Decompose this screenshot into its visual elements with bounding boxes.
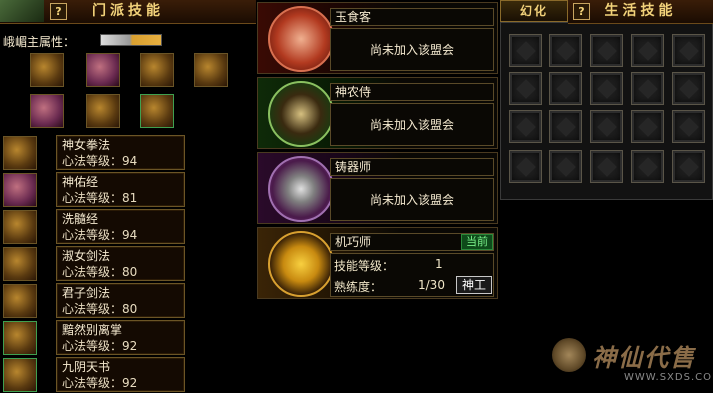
skill-entry[interactable]: 淑女剑法 心法等级：80 xyxy=(56,246,185,281)
life-panel-title: 生活技能 xyxy=(604,3,677,19)
skill-entry[interactable]: 洗髓经 心法等级：94 xyxy=(56,209,185,244)
skill-name: 洗髓经 xyxy=(62,212,99,226)
skill-level: 心法等级：92 xyxy=(62,376,138,390)
sword-purple-icon[interactable] xyxy=(30,94,64,128)
life-skill-slot[interactable] xyxy=(590,34,623,67)
life-skill-slot[interactable] xyxy=(631,150,664,183)
skill-level: 心法等级：92 xyxy=(62,339,138,353)
life-skill-slot[interactable] xyxy=(549,34,582,67)
skill-name: 九阴天书 xyxy=(62,360,111,374)
sect-corner-ornament xyxy=(0,0,44,22)
craft-button[interactable]: 神工 xyxy=(456,276,492,294)
skill-entry[interactable]: 黯然别离掌 心法等级：92 xyxy=(56,320,185,355)
guild-emblem-icon xyxy=(268,81,334,147)
life-skill-slot[interactable] xyxy=(509,72,542,105)
skill-name: 黯然别离掌 xyxy=(62,323,123,337)
watermark-logo-icon xyxy=(552,338,586,372)
guild-status: 尚未加入该盟会 xyxy=(330,28,494,71)
guild-card[interactable]: 神农侍 尚未加入该盟会 xyxy=(257,77,498,149)
skill-entry[interactable]: 神女拳法 心法等级：94 xyxy=(56,135,185,170)
life-skill-slot[interactable] xyxy=(631,34,664,67)
guild-status: 尚未加入该盟会 xyxy=(330,103,494,146)
skill-level: 心法等级：80 xyxy=(62,265,138,279)
skill-name: 神女拳法 xyxy=(62,138,111,152)
skill-level-value: 1 xyxy=(435,257,443,271)
guild-name: 玉食客 xyxy=(330,8,494,26)
guild-emblem-icon xyxy=(268,156,334,222)
sect-panel-title: 门派技能 xyxy=(92,3,164,19)
life-help-button[interactable]: ? xyxy=(573,3,590,20)
mechanic-card[interactable]: 机巧师 当前 技能等级： 1 熟练度： 1/30 神工 xyxy=(257,227,498,299)
sect-skills-panel: 门派技能 ? 峨嵋主属性： 神女拳法 心法等级：94 神佑经 心法等级：81 洗… xyxy=(0,0,256,393)
skill-icon[interactable] xyxy=(3,247,37,281)
life-skill-slot[interactable] xyxy=(590,150,623,183)
scroll-icon[interactable] xyxy=(30,53,64,87)
mechanic-emblem-icon xyxy=(268,231,334,297)
skill-level: 心法等级：81 xyxy=(62,191,138,205)
scroll-blue-icon[interactable] xyxy=(194,53,228,87)
book-red-icon[interactable] xyxy=(86,53,120,87)
skill-icon[interactable] xyxy=(3,210,37,244)
guild-card[interactable]: 铸器师 尚未加入该盟会 xyxy=(257,152,498,224)
life-skill-slot[interactable] xyxy=(549,72,582,105)
life-skill-slot[interactable] xyxy=(549,150,582,183)
skill-name: 神佑经 xyxy=(62,175,99,189)
proficiency-label: 熟练度： xyxy=(334,280,383,294)
sect-help-button[interactable]: ? xyxy=(50,3,67,20)
guild-name: 神农侍 xyxy=(330,83,494,101)
guild-status: 尚未加入该盟会 xyxy=(330,178,494,221)
life-skill-slot[interactable] xyxy=(672,72,705,105)
life-skill-slot[interactable] xyxy=(549,110,582,143)
life-skill-slot[interactable] xyxy=(590,110,623,143)
current-badge: 当前 xyxy=(461,234,493,250)
skill-icon[interactable] xyxy=(3,321,37,355)
life-skill-slot[interactable] xyxy=(509,150,542,183)
watermark-brand: 神仙代售 xyxy=(592,344,696,372)
skill-level: 心法等级：94 xyxy=(62,154,138,168)
skill-list: 神女拳法 心法等级：94 神佑经 心法等级：81 洗髓经 心法等级：94 淑女剑… xyxy=(0,134,256,393)
life-skill-slot[interactable] xyxy=(672,110,705,143)
proficiency-value: 1/30 xyxy=(418,278,445,292)
main-attr-bar xyxy=(100,34,162,46)
skill-entry[interactable]: 九阴天书 心法等级：92 xyxy=(56,357,185,392)
skill-name: 淑女剑法 xyxy=(62,249,111,263)
skill-icon[interactable] xyxy=(3,136,37,170)
book-green-icon[interactable] xyxy=(140,94,174,128)
book-gold-icon[interactable] xyxy=(140,53,174,87)
guild-card[interactable]: 玉食客 尚未加入该盟会 xyxy=(257,2,498,74)
huanhua-label: 幻化 xyxy=(519,4,548,18)
mechanic-info-box: 技能等级： 1 熟练度： 1/30 神工 xyxy=(330,253,494,297)
skill-entry[interactable]: 君子剑法 心法等级：80 xyxy=(56,283,185,318)
huanhua-tab[interactable]: 幻化 xyxy=(500,0,568,22)
skill-level: 心法等级：80 xyxy=(62,302,138,316)
guild-emblem-icon xyxy=(268,6,334,72)
life-skill-slot[interactable] xyxy=(631,110,664,143)
skill-name: 君子剑法 xyxy=(62,286,111,300)
life-skill-slot[interactable] xyxy=(631,72,664,105)
skill-level-label: 技能等级： xyxy=(334,259,395,273)
main-attr-label: 峨嵋主属性： xyxy=(3,35,76,49)
skill-icon[interactable] xyxy=(3,173,37,207)
skill-entry[interactable]: 神佑经 心法等级：81 xyxy=(56,172,185,207)
life-skill-slot[interactable] xyxy=(672,150,705,183)
skill-icon[interactable] xyxy=(3,358,37,392)
guild-panel: 玉食客 尚未加入该盟会 神农侍 尚未加入该盟会 铸器师 尚未加入该盟会 机巧师 … xyxy=(257,0,498,300)
life-skill-slot[interactable] xyxy=(590,72,623,105)
life-skill-slot[interactable] xyxy=(672,34,705,67)
life-skill-slot[interactable] xyxy=(509,34,542,67)
book-brown-icon[interactable] xyxy=(86,94,120,128)
watermark-url: WWW.SXDS.COM xyxy=(624,372,713,383)
guild-name: 铸器师 xyxy=(330,158,494,176)
skill-level: 心法等级：94 xyxy=(62,228,138,242)
skill-icon[interactable] xyxy=(3,284,37,318)
life-skill-slot[interactable] xyxy=(509,110,542,143)
